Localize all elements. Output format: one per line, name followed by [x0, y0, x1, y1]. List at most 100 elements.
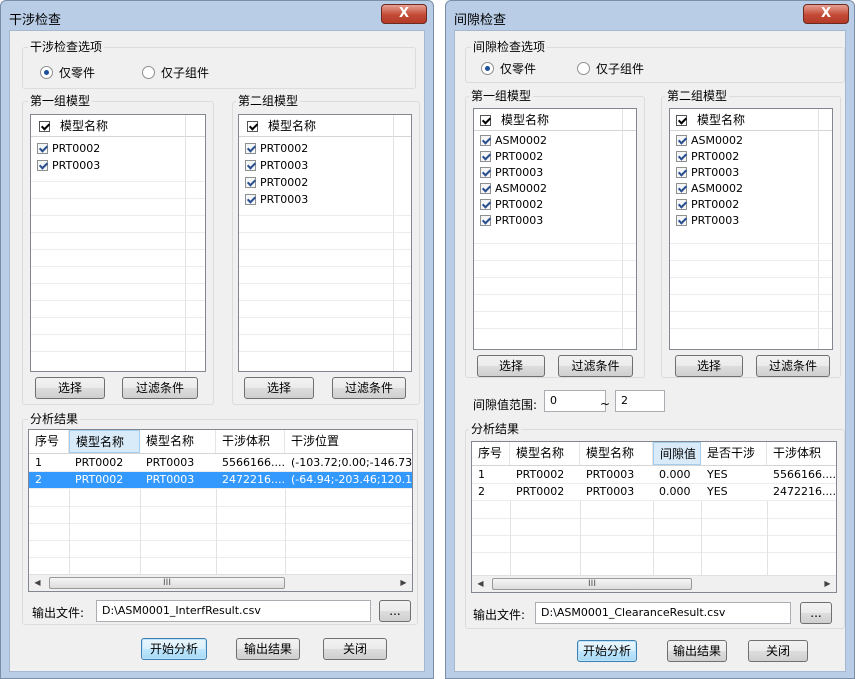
list-item[interactable]: PRT0003 [31, 157, 205, 174]
radio-parts-only[interactable]: 仅零件 [40, 64, 95, 81]
list-item[interactable]: PRT0003 [239, 191, 411, 208]
list-item[interactable]: PRT0003 [239, 157, 411, 174]
close-button[interactable]: 关闭 [323, 638, 387, 660]
group2-model-list[interactable]: 模型名称 PRT0002 PRT0003 PRT0002 PRT0003 [238, 114, 412, 372]
list-item[interactable]: PRT0003 [474, 164, 636, 181]
group2-filter-button[interactable]: 过滤条件 [756, 355, 830, 377]
list-item[interactable]: ASM0002 [670, 180, 832, 197]
list-item[interactable]: PRT0002 [474, 148, 636, 165]
export-results-button[interactable]: 输出结果 [236, 638, 300, 660]
table-row-selected[interactable]: 2 PRT0002 PRT0003 2472216.... (-64.94;-2… [29, 472, 412, 489]
close-window-button[interactable]: X [803, 4, 849, 24]
table-row[interactable]: 2 PRT0002 PRT0003 0.000 YES 2472216.... [472, 484, 836, 501]
radio-assemblies-only[interactable]: 仅子组件 [577, 60, 644, 77]
group2-model-list[interactable]: 模型名称 ASM0002 PRT0002 PRT0003 ASM0002 PRT… [669, 108, 833, 350]
checkbox-checked-icon[interactable] [676, 135, 687, 146]
col-model-name-1[interactable]: 模型名称 [69, 430, 140, 453]
col-interf-volume[interactable]: 干涉体积 [216, 430, 285, 453]
select-all-checkbox[interactable] [676, 114, 687, 126]
list-item[interactable]: PRT0002 [239, 140, 411, 157]
browse-button[interactable]: ... [800, 602, 832, 624]
col-interf-position[interactable]: 干涉位置 [285, 430, 412, 453]
col-model-name-1[interactable]: 模型名称 [510, 442, 580, 465]
group1-select-button[interactable]: 选择 [35, 377, 105, 399]
start-analysis-button[interactable]: 开始分析 [141, 638, 207, 660]
checkbox-checked-icon[interactable] [676, 199, 687, 210]
checkbox-checked-icon[interactable] [245, 194, 256, 205]
scroll-thumb[interactable]: III [492, 578, 692, 590]
select-all-checkbox[interactable] [480, 114, 491, 126]
start-analysis-button[interactable]: 开始分析 [577, 640, 637, 662]
list-item[interactable]: ASM0002 [474, 180, 636, 197]
list-item[interactable]: PRT0002 [239, 174, 411, 191]
list-item[interactable]: PRT0003 [670, 212, 832, 229]
scroll-right-icon[interactable]: ▶ [395, 575, 412, 591]
clearance-results-table[interactable]: 序号 模型名称 模型名称 间隙值 是否干涉 干涉体积 1 PRT0002 PRT… [471, 441, 837, 593]
checkbox-checked-icon[interactable] [37, 143, 48, 154]
range-min-field[interactable]: 0 [544, 390, 606, 412]
group2-select-button[interactable]: 选择 [675, 355, 743, 377]
table-row[interactable]: 1 PRT0002 PRT0003 0.000 YES 5566166.... [472, 467, 836, 484]
group1-select-button[interactable]: 选择 [477, 355, 545, 377]
checkbox-checked-icon[interactable] [480, 183, 491, 194]
model-name: PRT0002 [260, 176, 309, 189]
checkbox-checked-icon[interactable] [480, 151, 491, 162]
checkbox-checked-icon[interactable] [676, 215, 687, 226]
list-header: 模型名称 [239, 115, 411, 137]
select-all-checkbox[interactable] [247, 120, 258, 132]
browse-button[interactable]: ... [379, 600, 411, 622]
list-item[interactable]: PRT0002 [670, 196, 832, 213]
col-index[interactable]: 序号 [472, 442, 510, 465]
horizontal-scrollbar[interactable]: ◀ III ▶ [472, 575, 836, 592]
results-group-title: 分析结果 [469, 422, 522, 436]
col-index[interactable]: 序号 [29, 430, 69, 453]
radio-assemblies-only[interactable]: 仅子组件 [142, 64, 209, 81]
output-file-field[interactable]: D:\ASM0001_ClearanceResult.csv [535, 602, 791, 624]
group2-select-button[interactable]: 选择 [244, 377, 314, 399]
group1-model-list[interactable]: 模型名称 PRT0002 PRT0003 [30, 114, 206, 372]
group1-model-list[interactable]: 模型名称 ASM0002 PRT0002 PRT0003 ASM0002 PRT… [473, 108, 637, 350]
group1-filter-button[interactable]: 过滤条件 [558, 355, 633, 377]
checkbox-checked-icon[interactable] [245, 160, 256, 171]
radio-parts-only[interactable]: 仅零件 [481, 60, 536, 77]
col-model-name-2[interactable]: 模型名称 [140, 430, 216, 453]
output-file-field[interactable]: D:\ASM0001_InterfResult.csv [96, 600, 371, 622]
checkbox-checked-icon[interactable] [676, 151, 687, 162]
list-item[interactable]: PRT0003 [670, 164, 832, 181]
col-interf-volume[interactable]: 干涉体积 [767, 442, 836, 465]
checkbox-checked-icon[interactable] [480, 215, 491, 226]
checkbox-checked-icon[interactable] [676, 167, 687, 178]
cell-position: (-103.72;0.00;-146.73) ( [291, 456, 413, 469]
export-results-button[interactable]: 输出结果 [667, 640, 727, 662]
table-row[interactable]: 1 PRT0002 PRT0003 5566166.... (-103.72;0… [29, 455, 412, 472]
horizontal-scrollbar[interactable]: ◀ III ▶ [29, 574, 412, 591]
list-item[interactable]: PRT0002 [670, 148, 832, 165]
close-window-button[interactable]: X [381, 4, 427, 24]
group2-filter-button[interactable]: 过滤条件 [332, 377, 406, 399]
scroll-left-icon[interactable]: ◀ [472, 576, 489, 592]
group1-filter-button[interactable]: 过滤条件 [122, 377, 198, 399]
checkbox-checked-icon[interactable] [245, 143, 256, 154]
col-clearance[interactable]: 间隙值 [653, 442, 701, 465]
list-item[interactable]: PRT0003 [474, 212, 636, 229]
col-model-name-2[interactable]: 模型名称 [580, 442, 653, 465]
checkbox-checked-icon[interactable] [37, 160, 48, 171]
checkbox-checked-icon[interactable] [245, 177, 256, 188]
scroll-right-icon[interactable]: ▶ [819, 576, 836, 592]
checkbox-checked-icon[interactable] [676, 183, 687, 194]
group2-title: 第二组模型 [236, 94, 301, 108]
list-item[interactable]: PRT0002 [31, 140, 205, 157]
list-item[interactable]: ASM0002 [670, 132, 832, 149]
select-all-checkbox[interactable] [39, 120, 50, 132]
col-is-interfering[interactable]: 是否干涉 [701, 442, 767, 465]
interference-results-table[interactable]: 序号 模型名称 模型名称 干涉体积 干涉位置 1 PRT0002 PRT0003… [28, 429, 413, 592]
checkbox-checked-icon[interactable] [480, 199, 491, 210]
range-max-field[interactable]: 2 [615, 390, 665, 412]
checkbox-checked-icon[interactable] [480, 167, 491, 178]
scroll-left-icon[interactable]: ◀ [29, 575, 46, 591]
close-button[interactable]: 关闭 [748, 640, 808, 662]
list-item[interactable]: ASM0002 [474, 132, 636, 149]
scroll-thumb[interactable]: III [49, 577, 285, 589]
checkbox-checked-icon[interactable] [480, 135, 491, 146]
list-item[interactable]: PRT0002 [474, 196, 636, 213]
